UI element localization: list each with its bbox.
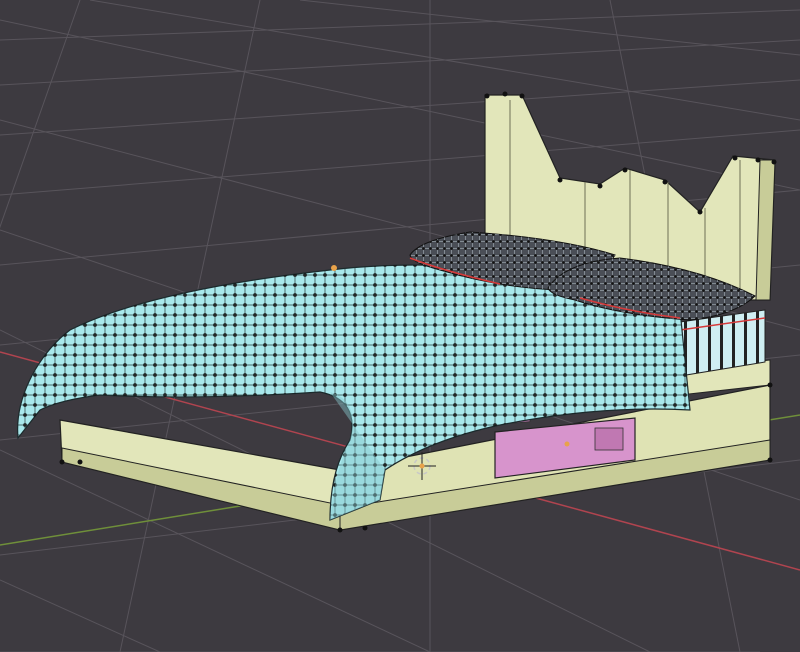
viewport-canvas[interactable]: [0, 0, 800, 652]
3d-viewport[interactable]: [0, 0, 800, 652]
object-origin-icon[interactable]: [331, 265, 337, 271]
